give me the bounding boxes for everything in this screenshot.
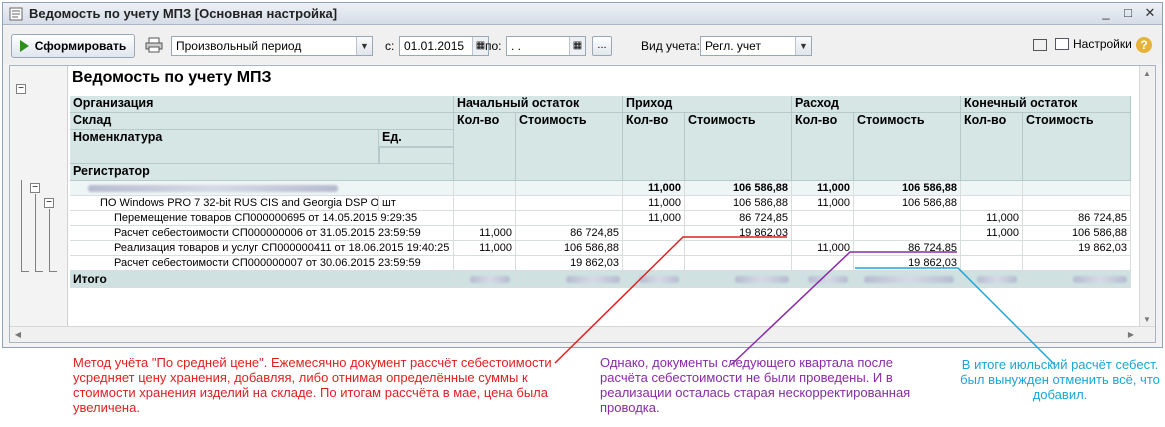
minimize-icon[interactable]: _ [1098,6,1114,22]
header-unit: Ед. [379,130,454,147]
header-cost: Стоимость [685,113,792,181]
collapse-icon[interactable]: − [16,84,26,94]
table-row-document[interactable]: Расчет себестоимости СП000000006 от 31.0… [70,226,454,241]
collapse-icon[interactable]: − [44,198,54,208]
report-title: Ведомость по учету МПЗ [72,69,272,86]
settings-label: Настройки [1073,37,1132,51]
header-warehouse: Склад [70,113,454,130]
header-cost: Стоимость [854,113,961,181]
table-row-document[interactable]: Перемещение товаров СП000000695 от 14.05… [70,211,454,226]
calendar-icon[interactable]: ▦ [569,37,585,55]
report-area: − − − Ведомость по учету МПЗ Организация… [9,65,1156,343]
scroll-up-icon[interactable]: ▲ [1140,67,1154,81]
settings-button[interactable]: Настройки [1055,37,1132,51]
period-select-button[interactable]: ... [592,36,612,56]
header-registrar: Регистратор [70,164,454,181]
chevron-down-icon[interactable]: ▼ [356,37,372,55]
annotation-purple: Однако, документы следующего квартала по… [600,355,911,415]
table-row-organization[interactable] [70,181,454,196]
to-date-value: . . [511,39,522,53]
scroll-left-icon[interactable]: ◀ [11,328,25,342]
header-receipt: Приход [623,96,792,113]
generate-button[interactable]: Сформировать [11,34,135,58]
header-nomenclature: Номенклатура [70,130,379,164]
header-opening-balance: Начальный остаток [454,96,623,113]
header-closing-balance: Конечный остаток [961,96,1131,113]
window-title: Ведомость по учету МПЗ [Основная настрой… [29,6,338,21]
header-cost: Стоимость [516,113,623,181]
from-label: с: [385,39,395,53]
printer-icon[interactable] [145,37,163,53]
maximize-icon[interactable]: □ [1120,6,1136,22]
header-qty: Кол-во [454,113,516,181]
help-icon[interactable]: ? [1136,37,1152,53]
vertical-scrollbar[interactable]: ▲ ▼ [1139,66,1155,328]
from-date-value: 01.01.2015 [404,39,465,53]
account-type-select[interactable]: Регл. учет ▼ [700,36,812,56]
header-qty: Кол-во [792,113,854,181]
account-type-value: Регл. учет [705,39,761,53]
scroll-down-icon[interactable]: ▼ [1140,313,1154,327]
account-type-label: Вид учета: [641,39,700,53]
grouping-gutter: − − − [10,66,68,328]
generate-button-label: Сформировать [34,39,127,53]
annotation-blue: В итоге июльский расчёт себест. был выну… [960,357,1160,402]
header-qty: Кол-во [623,113,685,181]
report-window: Ведомость по учету МПЗ [Основная настрой… [2,2,1163,348]
to-label: по: [485,39,502,53]
annotation-red: Метод учёта "По средней цене". Ежемесячн… [73,355,552,415]
title-bar: Ведомость по учету МПЗ [Основная настрой… [3,3,1162,25]
report-icon [9,7,23,20]
from-date-field[interactable]: 01.01.2015 ▦ [399,36,489,56]
play-icon [19,40,29,52]
period-select[interactable]: Произвольный период ▼ [171,36,373,56]
period-value: Произвольный период [176,39,302,53]
header-cost: Стоимость [1023,113,1131,181]
settings-icon [1055,38,1069,50]
header-qty: Кол-во [961,113,1023,181]
total-row-label: Итого [70,271,454,288]
collapse-icon[interactable]: − [30,183,40,193]
chevron-down-icon[interactable]: ▼ [795,37,811,55]
layout-icon[interactable] [1033,39,1047,51]
table-row-document[interactable]: Реализация товаров и услуг СП000000411 о… [70,241,454,256]
header-organization: Организация [70,96,454,113]
close-icon[interactable]: ✕ [1142,6,1158,22]
to-date-field[interactable]: . . ▦ [506,36,586,56]
header-expense: Расход [792,96,961,113]
toolbar: Сформировать Произвольный период ▼ с: 01… [3,26,1162,64]
scroll-right-icon[interactable]: ▶ [1124,328,1138,342]
table-row-nomenclature[interactable]: ПО Windows PRO 7 32-bit RUS CIS and Geor… [70,196,379,211]
horizontal-scrollbar[interactable]: ◀ ▶ [10,326,1155,342]
table-row-document[interactable]: Расчет себестоимости СП000000007 от 30.0… [70,256,454,271]
